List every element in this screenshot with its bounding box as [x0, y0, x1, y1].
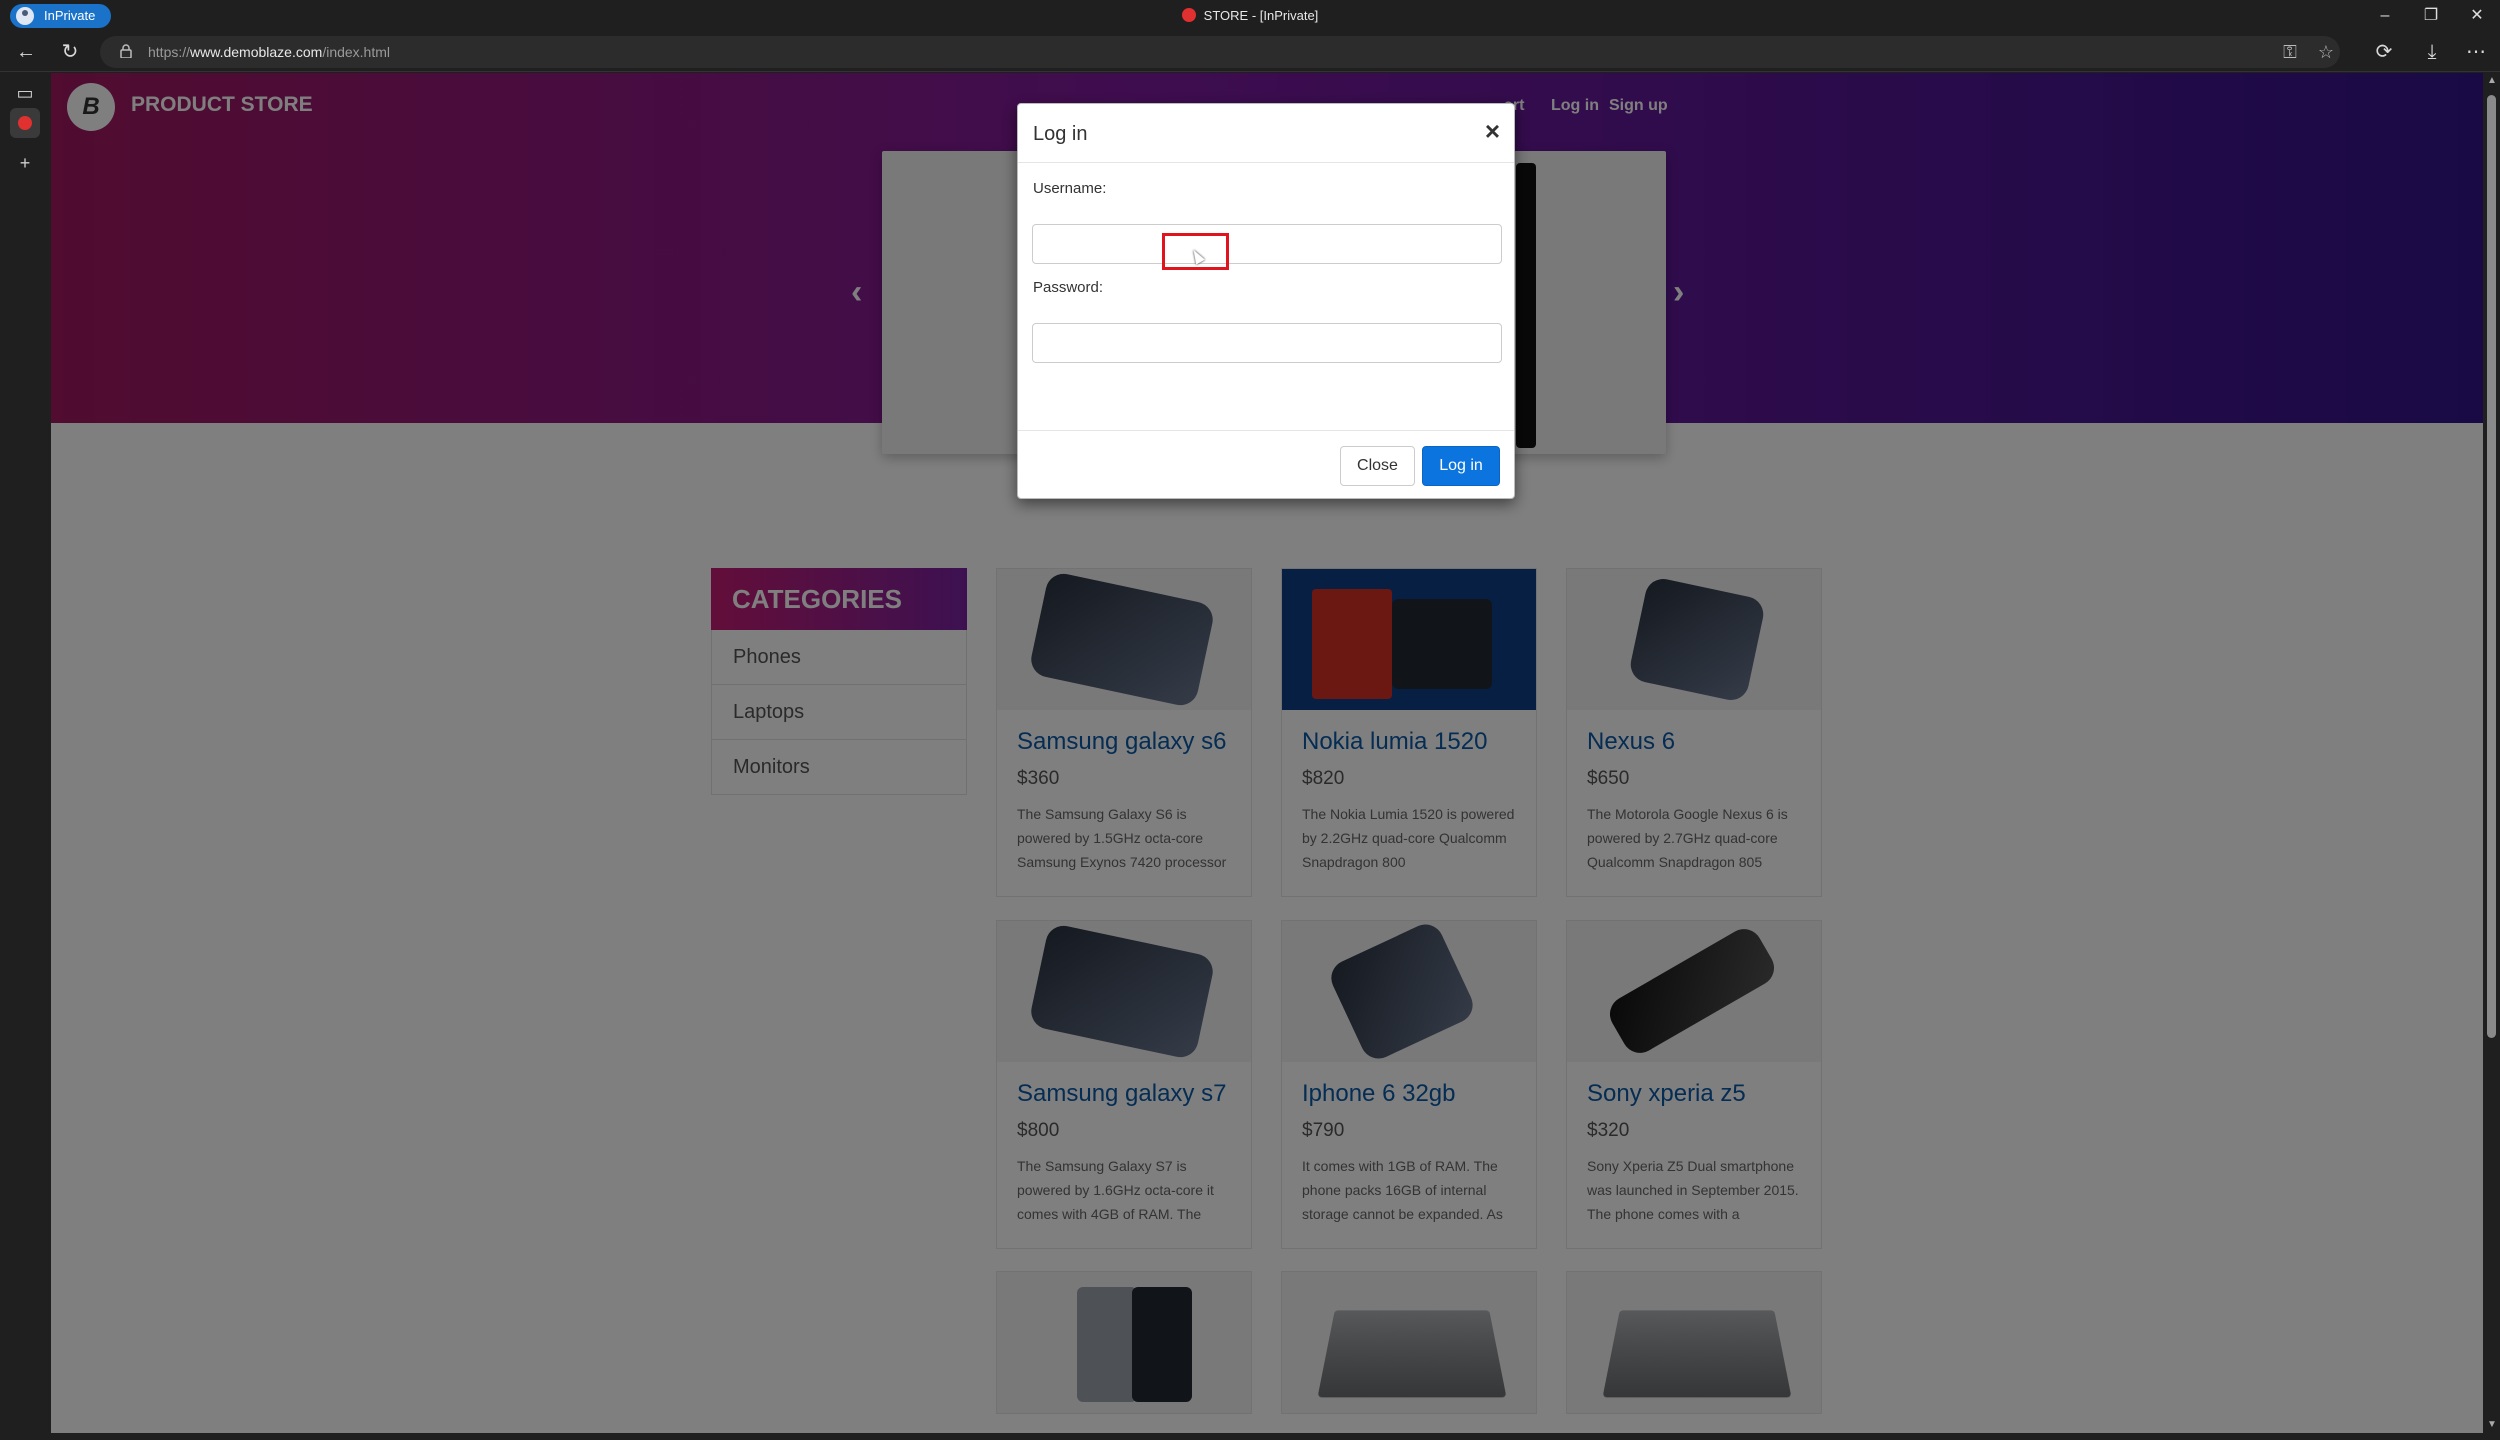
back-button[interactable]: ← — [12, 38, 40, 66]
refresh-button[interactable]: ↻ — [56, 38, 84, 66]
window-titlebar: InPrivate STORE - [InPrivate] – ❐ ✕ — [0, 0, 2500, 32]
window-title: STORE - [InPrivate] — [0, 0, 2500, 32]
modal-footer-divider — [1018, 430, 1514, 431]
close-window-button[interactable]: ✕ — [2454, 0, 2500, 32]
extensions-icon[interactable]: ⟳ — [2370, 38, 2398, 66]
username-input[interactable] — [1032, 224, 1502, 264]
page-scrollbar[interactable]: ▲ ▼ — [2483, 73, 2500, 1433]
active-tab[interactable] — [10, 108, 40, 138]
address-bar[interactable]: https://www.demoblaze.com/index.html ⚿ ☆ — [100, 36, 2340, 68]
favorite-star-icon[interactable]: ☆ — [2312, 40, 2340, 68]
site-favicon-icon — [1181, 8, 1196, 22]
modal-header: Log in × — [1018, 104, 1514, 163]
modal-title: Log in — [1033, 123, 1088, 145]
key-icon[interactable]: ⚿ — [2276, 40, 2304, 68]
scroll-up-icon[interactable]: ▲ — [2487, 75, 2497, 86]
close-icon[interactable]: × — [1485, 118, 1500, 144]
minimize-button[interactable]: – — [2362, 0, 2408, 32]
more-menu-icon[interactable]: ⋯ — [2462, 38, 2490, 66]
tab-favicon-icon — [18, 116, 32, 130]
restore-button[interactable]: ❐ — [2408, 0, 2454, 32]
close-button[interactable]: Close — [1340, 446, 1415, 486]
window-title-text: STORE - [InPrivate] — [1203, 8, 1319, 23]
url-text: https://www.demoblaze.com/index.html — [148, 44, 391, 60]
vertical-tabs-sidebar: ▭ + — [0, 72, 50, 1440]
login-button[interactable]: Log in — [1422, 446, 1500, 486]
password-input[interactable] — [1032, 323, 1502, 363]
new-tab-button[interactable]: + — [10, 148, 40, 178]
scrollbar-thumb[interactable] — [2487, 95, 2496, 1038]
tab-actions-icon[interactable]: ▭ — [10, 78, 40, 108]
lock-icon — [120, 44, 132, 58]
address-toolbar: ← ↻ https://www.demoblaze.com/index.html… — [0, 32, 2500, 72]
scroll-down-icon[interactable]: ▼ — [2487, 1419, 2497, 1430]
password-label: Password: — [1033, 279, 1104, 296]
login-modal: Log in × Username: Password: Close Log i… — [1017, 103, 1515, 499]
downloads-icon[interactable]: ⤓ — [2418, 38, 2446, 66]
username-label: Username: — [1033, 180, 1107, 197]
